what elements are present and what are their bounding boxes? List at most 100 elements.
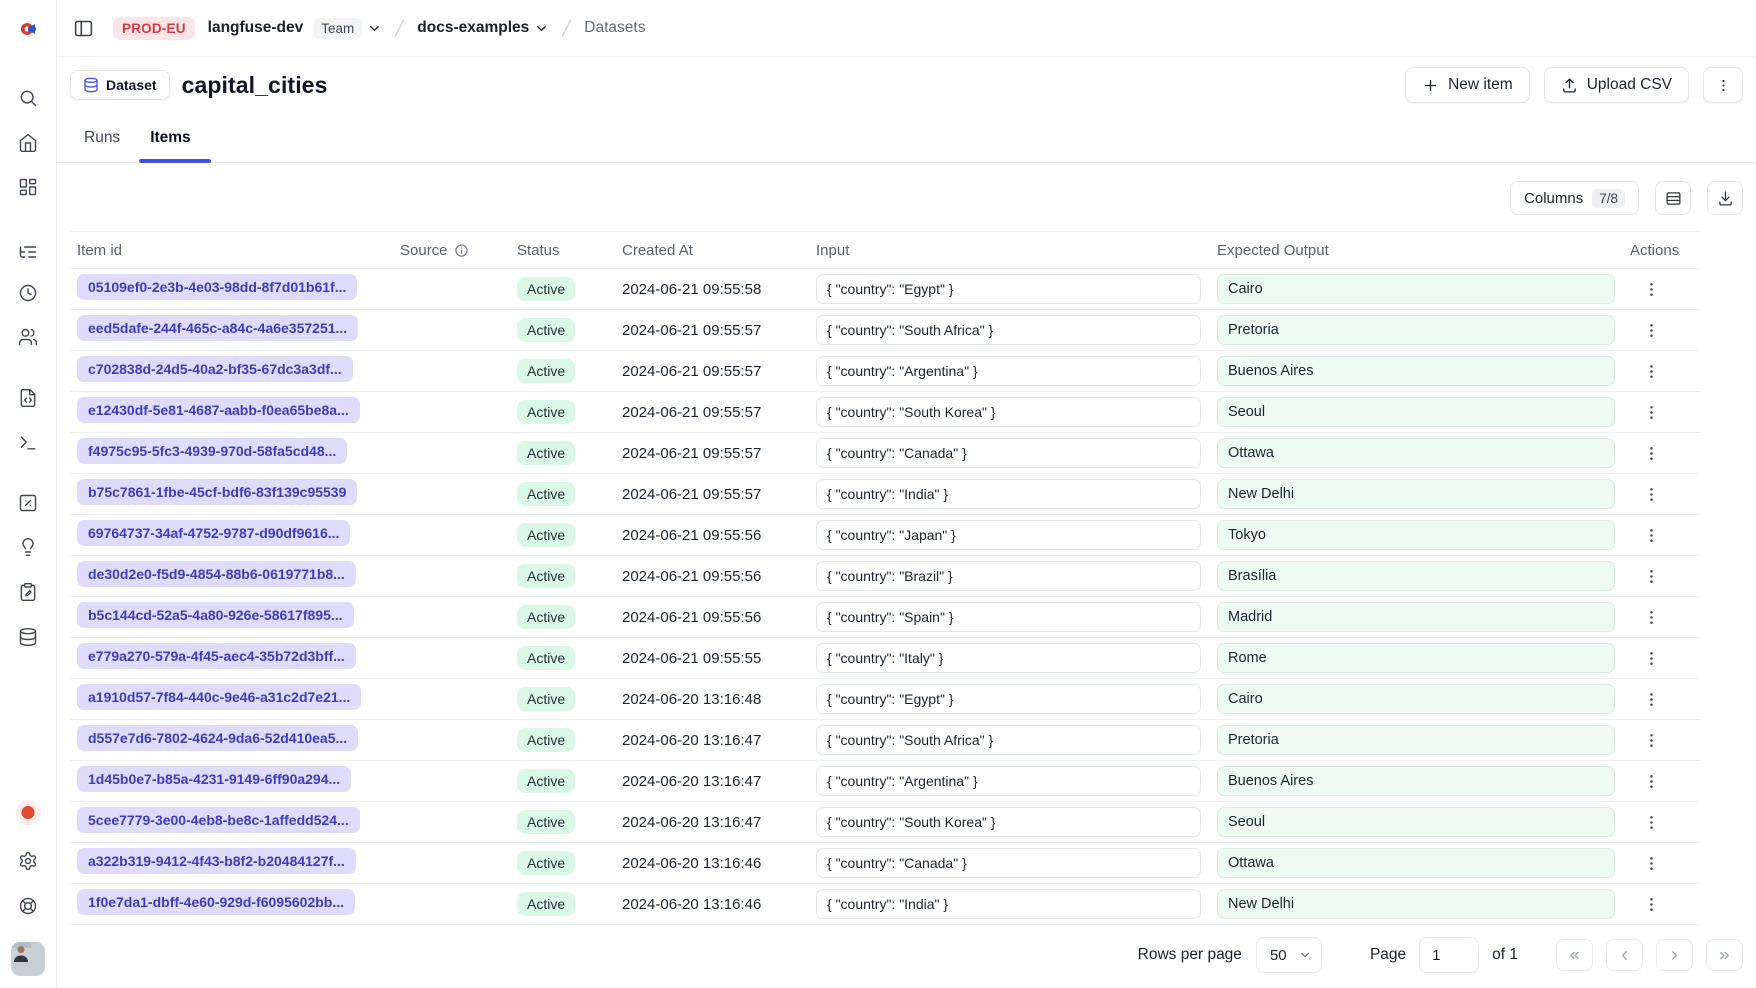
sidebar-item-tracing[interactable]	[12, 236, 44, 268]
items-table: Item id Source Status Created At Input E…	[70, 231, 1700, 925]
sidebar-item-users[interactable]	[12, 321, 44, 353]
kebab-icon	[1642, 813, 1661, 832]
expected-output-box: New Delhi	[1217, 889, 1615, 919]
sidebar-rail	[0, 0, 57, 988]
status-badge: Active	[517, 892, 575, 916]
row-actions-button[interactable]	[1636, 397, 1666, 427]
row-actions-button[interactable]	[1636, 725, 1666, 755]
sidebar-item-home[interactable]	[12, 127, 44, 159]
created-at: 2024-06-21 09:55:57	[622, 322, 816, 339]
status-badge: Active	[517, 441, 575, 465]
last-page-button[interactable]	[1706, 939, 1743, 971]
sidebar-item-datasets[interactable]	[12, 621, 44, 653]
breadcrumb-section[interactable]: Datasets	[584, 19, 645, 37]
item-id-pill[interactable]: b5c144cd-52a5-4a80-926e-58617f895...	[77, 602, 354, 628]
project-dropdown[interactable]: docs-examples	[417, 19, 549, 37]
sidebar-item-support[interactable]	[12, 890, 44, 922]
item-id-pill[interactable]: c702838d-24d5-40a2-bf35-67dc3a3df...	[77, 356, 353, 382]
created-at: 2024-06-21 09:55:57	[622, 445, 816, 462]
input-cell-box: { "country": "Canada" }	[816, 848, 1201, 878]
info-icon[interactable]	[454, 243, 469, 258]
tab-items[interactable]: Items	[144, 129, 197, 162]
item-id-pill[interactable]: e779a270-579a-4f45-aec4-35b72d3bff...	[77, 643, 356, 669]
row-actions-button[interactable]	[1636, 274, 1666, 304]
row-actions-button[interactable]	[1636, 315, 1666, 345]
tabs: Runs Items	[57, 111, 1756, 163]
sidebar-item-evaluation[interactable]	[12, 487, 44, 519]
row-actions-button[interactable]	[1636, 889, 1666, 919]
tab-runs[interactable]: Runs	[78, 129, 126, 162]
rows-per-page-select[interactable]: 50	[1256, 937, 1322, 973]
page-number-input[interactable]	[1419, 937, 1479, 973]
table-row: e12430df-5e81-4687-aabb-f0ea65be8a... Ac…	[70, 392, 1700, 433]
recording-indicator-icon[interactable]	[22, 806, 35, 819]
item-id-pill[interactable]: b75c7861-1fbe-45cf-bdf6-83f139c95539	[77, 479, 357, 505]
org-name[interactable]: langfuse-dev	[208, 19, 304, 37]
status-badge: Active	[517, 728, 575, 752]
row-actions-button[interactable]	[1636, 479, 1666, 509]
item-id-pill[interactable]: f4975c95-5fc3-4939-970d-58fa5cd48...	[77, 438, 347, 464]
row-height-button[interactable]	[1655, 181, 1691, 215]
status-badge: Active	[517, 359, 575, 383]
sidebar-toggle-button[interactable]	[66, 11, 100, 45]
row-actions-button[interactable]	[1636, 643, 1666, 673]
item-id-pill[interactable]: 1f0e7da1-dbff-4e60-929d-f6095602bb...	[77, 889, 355, 915]
sidebar-item-annotation[interactable]	[12, 576, 44, 608]
sidebar-item-sessions[interactable]	[12, 277, 44, 309]
user-avatar[interactable]	[11, 942, 45, 976]
columns-count-badge: 7/8	[1592, 189, 1625, 208]
item-id-pill[interactable]: a322b319-9412-4f43-b8f2-b20484127f...	[77, 848, 356, 874]
row-actions-button[interactable]	[1636, 356, 1666, 386]
sidebar-item-insights[interactable]	[12, 531, 44, 563]
item-id-pill[interactable]: de30d2e0-f5d9-4854-88b6-0619771b8...	[77, 561, 356, 587]
input-cell-box: { "country": "South Korea" }	[816, 397, 1201, 427]
expected-output-box: Cairo	[1217, 274, 1615, 304]
item-id-pill[interactable]: 5cee7779-3e00-4eb8-be8c-1affedd524...	[77, 807, 360, 833]
previous-page-button[interactable]	[1606, 939, 1643, 971]
more-actions-button[interactable]	[1703, 67, 1743, 103]
row-actions-button[interactable]	[1636, 848, 1666, 878]
header-actions: New item Upload CSV	[1405, 67, 1743, 103]
row-actions-button[interactable]	[1636, 807, 1666, 837]
langfuse-logo-icon[interactable]	[16, 17, 40, 41]
first-page-button[interactable]	[1556, 939, 1593, 971]
status-badge: Active	[517, 564, 575, 588]
app-root: PROD-EU langfuse-dev Team docs-examples …	[0, 0, 1756, 988]
sidebar-item-settings[interactable]	[12, 845, 44, 877]
next-page-button[interactable]	[1656, 939, 1693, 971]
item-id-pill[interactable]: a1910d57-7f84-440c-9e46-a31c2d7e21...	[77, 684, 361, 710]
new-item-button[interactable]: New item	[1405, 67, 1530, 103]
kebab-icon	[1642, 321, 1661, 340]
row-actions-button[interactable]	[1636, 766, 1666, 796]
row-actions-button[interactable]	[1636, 684, 1666, 714]
table-row: 1f0e7da1-dbff-4e60-929d-f6095602bb... Ac…	[70, 884, 1700, 925]
kebab-icon	[1642, 485, 1661, 504]
sidebar-item-search[interactable]	[12, 82, 44, 114]
org-type-dropdown[interactable]: Team	[303, 18, 382, 39]
item-id-pill[interactable]: 05109ef0-2e3b-4e03-98dd-8f7d01b61f...	[77, 274, 357, 300]
columns-button[interactable]: Columns 7/8	[1510, 181, 1639, 215]
breadcrumb-separator	[560, 17, 573, 39]
col-header-expected-output: Expected Output	[1217, 242, 1630, 259]
sidebar-item-playground[interactable]	[12, 427, 44, 459]
upload-csv-button[interactable]: Upload CSV	[1544, 67, 1689, 103]
row-actions-button[interactable]	[1636, 520, 1666, 550]
export-button[interactable]	[1707, 181, 1743, 215]
sidebar-item-dashboard[interactable]	[12, 171, 44, 203]
sidebar-item-prompts[interactable]	[12, 382, 44, 414]
row-actions-button[interactable]	[1636, 438, 1666, 468]
item-id-pill[interactable]: eed5dafe-244f-465c-a84c-4a6e357251...	[77, 315, 358, 341]
item-id-pill[interactable]: e12430df-5e81-4687-aabb-f0ea65be8a...	[77, 397, 360, 423]
expected-output-box: Seoul	[1217, 397, 1615, 427]
status-badge: Active	[517, 687, 575, 711]
status-badge: Active	[517, 318, 575, 342]
row-actions-button[interactable]	[1636, 561, 1666, 591]
kebab-icon	[1642, 854, 1661, 873]
pagination: Rows per page 50 Page of 1	[57, 925, 1756, 985]
col-header-created-at: Created At	[622, 242, 816, 259]
row-actions-button[interactable]	[1636, 602, 1666, 632]
item-id-pill[interactable]: 1d45b0e7-b85a-4231-9149-6ff90a294...	[77, 766, 351, 792]
item-id-pill[interactable]: d557e7d6-7802-4624-9da6-52d410ea5...	[77, 725, 358, 751]
item-id-pill[interactable]: 69764737-34af-4752-9787-d90df9616...	[77, 520, 350, 546]
input-cell-box: { "country": "South Africa" }	[816, 315, 1201, 345]
